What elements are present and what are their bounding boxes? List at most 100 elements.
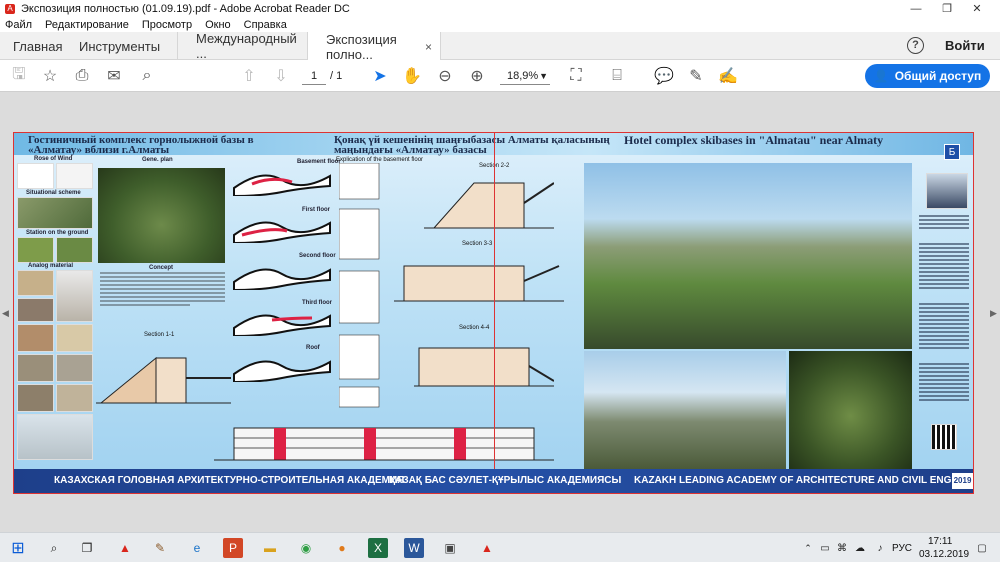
analog-photo-9 xyxy=(56,384,93,412)
paint-tool-icon[interactable]: ✎ xyxy=(150,538,170,558)
file-explorer-icon[interactable]: ▬ xyxy=(260,538,280,558)
roof-plan xyxy=(233,360,331,382)
poster-title-kz: Қонақ үй кешенінің шаңғыбазасы Алматы қа… xyxy=(334,134,610,156)
annotation-text-ru xyxy=(919,243,969,291)
notification-icon[interactable]: ▢ xyxy=(972,538,992,558)
qr-code-image xyxy=(931,424,957,450)
close-window-button[interactable]: ✕ xyxy=(957,0,997,17)
menu-edit[interactable]: Редактирование xyxy=(45,19,129,31)
analog-photo-2 xyxy=(56,270,93,322)
help-icon[interactable]: ? xyxy=(907,37,924,54)
page-up-icon[interactable]: ⇧ xyxy=(239,66,259,86)
tab-document-2[interactable]: Экспозиция полно... × xyxy=(307,31,441,62)
window-title: Экспозиция полностью (01.09.19).pdf - Ad… xyxy=(21,2,350,15)
first-floor-plan xyxy=(233,221,331,243)
zoom-out-icon[interactable]: ⊖ xyxy=(435,66,455,86)
station-photo-2 xyxy=(56,237,93,263)
search-icon[interactable]: ⌕ xyxy=(44,538,64,558)
input-language[interactable]: РУС xyxy=(892,543,912,554)
situational-map xyxy=(17,197,93,229)
section-4-4-label: Section 4-4 xyxy=(459,325,490,331)
author-info-text xyxy=(919,215,969,231)
second-floor-plan xyxy=(233,268,331,290)
select-cursor-icon[interactable]: ➤ xyxy=(370,66,390,86)
menu-help[interactable]: Справка xyxy=(244,19,287,31)
tab-document-1[interactable]: Международный ... xyxy=(177,31,307,61)
task-view-icon[interactable]: ❐ xyxy=(77,538,97,558)
analog-photo-6 xyxy=(17,354,54,382)
poster-badge: Б xyxy=(944,144,960,160)
tab-close-icon[interactable]: × xyxy=(425,40,432,54)
tab-document-1-label: Международный ... xyxy=(196,31,297,61)
menu-view[interactable]: Просмотр xyxy=(142,19,192,31)
analog-photo-5 xyxy=(56,324,93,352)
photos-icon[interactable]: ▣ xyxy=(440,538,460,558)
fit-page-icon[interactable]: ⛶ xyxy=(566,66,586,86)
powerpoint-icon[interactable]: P xyxy=(223,538,243,558)
page-guide-line xyxy=(494,133,495,469)
left-pane-arrow-icon[interactable]: ◀ xyxy=(2,308,9,319)
menu-file[interactable]: Файл xyxy=(5,19,32,31)
edge-browser-icon[interactable]: e xyxy=(187,538,207,558)
document-viewer[interactable]: ◀ ▶ Гостиничный комплекс горнолыжной баз… xyxy=(0,92,1000,532)
clock-time[interactable]: 17:11 xyxy=(928,536,952,547)
volume-icon[interactable]: ♪ xyxy=(870,538,890,558)
app-orange-icon[interactable]: ● xyxy=(332,538,352,558)
print-icon[interactable]: ⎙ xyxy=(72,66,92,86)
author-photo xyxy=(926,173,968,209)
right-pane-arrow-icon[interactable]: ▶ xyxy=(990,308,997,319)
highlight-pen-icon[interactable]: ✎ xyxy=(686,66,706,86)
third-floor-plan xyxy=(233,314,331,336)
footer-ru-text: КАЗАХСКАЯ ГОЛОВНАЯ АРХИТЕКТУРНО-СТРОИТЕЛ… xyxy=(54,475,405,486)
wind-rose-image-2 xyxy=(56,163,93,189)
share-button[interactable]: 👤 Общий доступ xyxy=(865,64,990,88)
annotation-text-kz xyxy=(919,303,969,351)
facade-drawing xyxy=(214,427,554,461)
network-icon[interactable]: ⌘ xyxy=(832,538,852,558)
windows-start-icon[interactable]: ⊞ xyxy=(8,538,28,558)
clock-date[interactable]: 03.12.2019 xyxy=(919,549,969,560)
taskbar: ⊞ ⌕ ❐ ▲ ✎ e P ▬ ◉ ● X W ▣ ▲ ⌃ ▭ ⌘ ☁ ♪ РУ… xyxy=(0,532,1000,562)
render-image-aerial xyxy=(789,351,912,469)
hand-tool-icon[interactable]: ✋ xyxy=(402,66,422,86)
acrobat-pdf-icon[interactable]: ▲ xyxy=(477,538,497,558)
page-number-input[interactable]: 1 xyxy=(302,67,326,85)
footer-en-text: KAZAKH LEADING ACADEMY OF ARCHITECTURE A… xyxy=(634,475,974,486)
share-button-label: Общий доступ xyxy=(894,69,982,83)
tab-document-2-label: Экспозиция полно... xyxy=(326,31,397,62)
cloud-icon[interactable]: ☁ xyxy=(850,538,870,558)
comment-icon[interactable]: 💬 xyxy=(654,66,674,86)
page-total: / 1 xyxy=(330,70,343,82)
signin-link[interactable]: Войти xyxy=(945,38,985,53)
wind-rose-image xyxy=(17,163,54,189)
render-image-2 xyxy=(584,351,786,469)
title-bar: A Экспозиция полностью (01.09.19).pdf - … xyxy=(0,0,1000,17)
email-icon[interactable]: ✉ xyxy=(104,66,124,86)
chrome-browser-icon[interactable]: ◉ xyxy=(296,538,316,558)
acrobat-icon: A xyxy=(5,3,15,14)
pdf-page: Гостиничный комплекс горнолыжной базы в … xyxy=(13,132,974,494)
acrobat-taskbar-icon[interactable]: ▲ xyxy=(115,538,135,558)
excel-icon[interactable]: X xyxy=(368,538,388,558)
analog-photo-3 xyxy=(17,298,54,322)
section-1-1-drawing xyxy=(96,356,231,404)
analog-photo-7 xyxy=(56,354,93,382)
tab-home[interactable]: Главная xyxy=(0,32,66,60)
footer-kz-text: ҚАЗАҚ БАС СӘУЛЕТ-ҚҰРЫЛЫС АКАДЕМИЯСЫ xyxy=(389,475,622,486)
sign-icon[interactable]: ✍ xyxy=(718,66,738,86)
zoom-in-icon[interactable]: ⊕ xyxy=(467,66,487,86)
basement-label: Basement floor xyxy=(297,159,341,165)
save-icon[interactable]: 🖫 xyxy=(9,66,29,86)
bookmark-star-icon[interactable]: ☆ xyxy=(40,66,60,86)
menu-window[interactable]: Окно xyxy=(205,19,231,31)
roof-label: Roof xyxy=(306,345,320,351)
zoom-select[interactable]: 18,9% ▼ xyxy=(500,67,550,85)
search-icon[interactable]: ⌕ xyxy=(137,66,157,86)
section-3-3-label: Section 3-3 xyxy=(462,241,493,247)
analog-photo-10 xyxy=(17,414,93,460)
analog-photo-1 xyxy=(17,270,54,296)
scroll-mode-icon[interactable]: ⌸ xyxy=(607,66,627,86)
tab-tools[interactable]: Инструменты xyxy=(66,32,174,60)
word-icon[interactable]: W xyxy=(404,538,424,558)
page-down-icon[interactable]: ⇩ xyxy=(271,66,291,86)
